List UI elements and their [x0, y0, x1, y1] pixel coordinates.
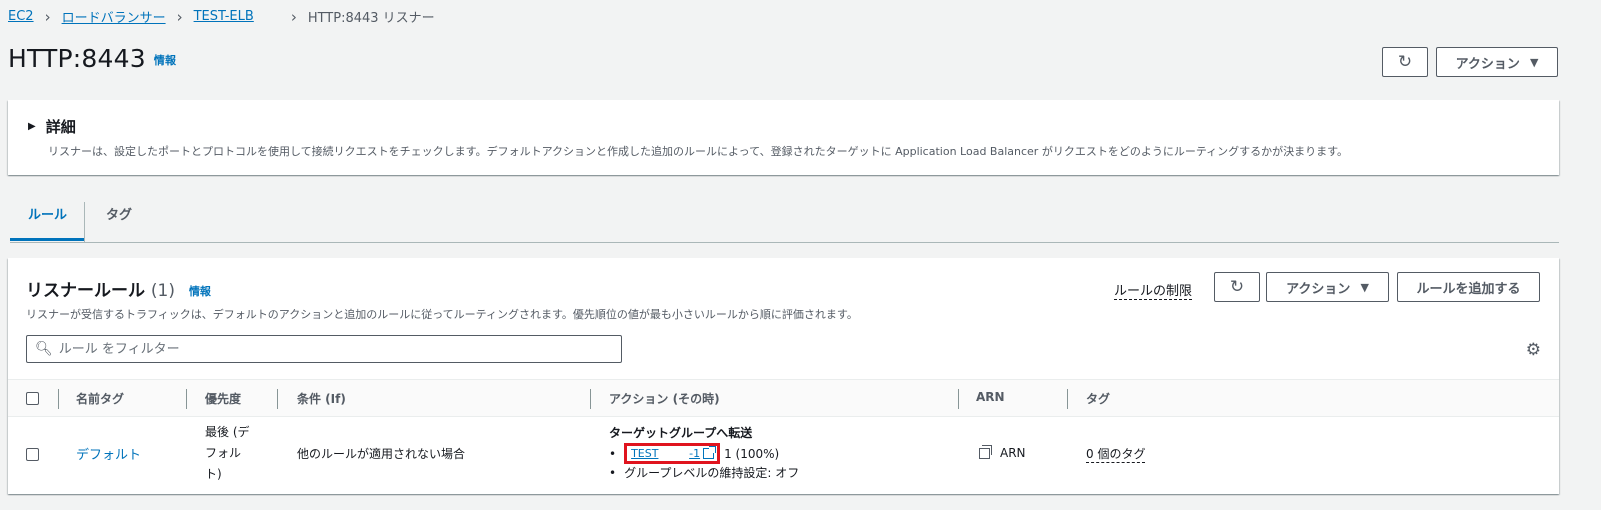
arn-label: ARN — [1000, 446, 1026, 460]
breadcrumb-ec2[interactable]: EC2 — [8, 9, 34, 24]
rules-actions-label: アクション — [1286, 281, 1351, 297]
tab-rules[interactable]: ルール — [28, 204, 67, 223]
rules-title: リスナールール (1) 情報 — [26, 276, 211, 301]
column-condition[interactable]: 条件 (If) — [297, 390, 346, 407]
info-link[interactable]: 情報 — [154, 54, 176, 67]
tab-active-indicator — [10, 238, 84, 241]
tab-divider — [84, 202, 85, 242]
search-icon: 🔍︎ — [35, 341, 53, 357]
caret-right-icon: ▶ — [28, 121, 36, 132]
caret-down-icon: ▼ — [1360, 280, 1369, 294]
chevron-right-icon: › — [290, 7, 297, 26]
page-title-text: HTTP:8443 — [8, 44, 146, 73]
rule-condition: 他のルールが適用されない場合 — [297, 447, 466, 461]
rule-limits-link[interactable]: ルールの制限 — [1114, 280, 1193, 300]
details-toggle[interactable]: ▶ 詳細 — [28, 116, 76, 137]
rules-refresh-button[interactable]: ↻ — [1214, 272, 1260, 302]
tab-bar: ルール タグ — [10, 198, 1559, 243]
refresh-icon: ↻ — [1397, 51, 1413, 72]
listener-rules-panel: リスナールール (1) 情報 リスナーが受信するトラフィックは、デフォルトのアク… — [8, 258, 1559, 494]
page-title: HTTP:8443 情報 — [8, 44, 176, 73]
add-rule-label: ルールを追加する — [1416, 281, 1521, 297]
details-description: リスナーは、設定したポートとプロトコルを使用して接続リクエストをチェックします。… — [48, 145, 1349, 158]
rules-table-header: 名前タグ 優先度 条件 (If) アクション (その時) ARN タグ — [8, 379, 1559, 417]
target-weight: 1 (100%) — [724, 446, 780, 461]
column-name-tag[interactable]: 名前タグ — [76, 390, 124, 407]
rule-priority: 最後 (デ フォル ト) — [205, 425, 250, 481]
details-title: 詳細 — [45, 118, 76, 136]
actions-button-label: アクション — [1455, 56, 1520, 72]
column-tags[interactable]: タグ — [1086, 390, 1110, 407]
tags-link[interactable]: 0 個のタグ — [1086, 445, 1146, 463]
refresh-icon: ↻ — [1229, 276, 1245, 297]
external-link-icon — [703, 446, 717, 459]
stickiness-setting: グループレベルの維持設定: オフ — [624, 466, 800, 480]
rules-info-link[interactable]: 情報 — [189, 285, 211, 298]
rules-count: (1) — [150, 281, 176, 301]
column-arn[interactable]: ARN — [976, 390, 1005, 404]
rule-action: ターゲットグループへ転送 • TEST -1 1 (100%) • グループレベ… — [609, 424, 799, 481]
rules-actions-button[interactable]: アクション ▼ — [1266, 272, 1389, 302]
tab-tags[interactable]: タグ — [106, 204, 132, 223]
rules-title-text: リスナールール — [26, 281, 145, 301]
stickiness-line: • グループレベルの維持設定: オフ — [609, 465, 800, 481]
add-rule-button[interactable]: ルールを追加する — [1397, 272, 1540, 302]
refresh-button[interactable]: ↻ — [1382, 47, 1428, 77]
copy-icon — [979, 444, 992, 459]
breadcrumb-current: HTTP:8443 リスナー — [307, 11, 435, 26]
breadcrumb: EC2 › ロードバランサー › TEST-ELB › HTTP:8443 リス… — [8, 7, 435, 27]
action-title: ターゲットグループへ転送 — [609, 426, 753, 440]
rule-name-link[interactable]: デフォルト — [76, 444, 141, 463]
breadcrumb-test-elb[interactable]: TEST-ELB — [194, 9, 254, 24]
chevron-right-icon: › — [44, 7, 51, 26]
target-group-link[interactable]: TEST -1 — [624, 443, 721, 464]
actions-button[interactable]: アクション ▼ — [1436, 47, 1558, 77]
column-action[interactable]: アクション (その時) — [609, 390, 720, 407]
chevron-right-icon: › — [176, 7, 183, 26]
copy-arn-button[interactable]: ARN — [979, 444, 1026, 460]
gear-icon[interactable]: ⚙ — [1526, 340, 1541, 360]
rules-filter-input[interactable] — [58, 341, 599, 357]
target-group-line: • TEST -1 1 (100%) — [609, 443, 799, 464]
caret-down-icon: ▼ — [1529, 55, 1539, 69]
rules-description: リスナーが受信するトラフィックは、デフォルトのアクションと追加のルールに従ってル… — [26, 308, 858, 321]
row-checkbox[interactable] — [26, 448, 39, 461]
rules-filter: 🔍︎ — [26, 335, 622, 363]
column-priority[interactable]: 優先度 — [205, 390, 241, 407]
details-panel: ▶ 詳細 リスナーは、設定したポートとプロトコルを使用して接続リクエストをチェッ… — [8, 100, 1559, 175]
select-all-checkbox[interactable] — [26, 392, 39, 405]
breadcrumb-load-balancers[interactable]: ロードバランサー — [62, 7, 166, 26]
